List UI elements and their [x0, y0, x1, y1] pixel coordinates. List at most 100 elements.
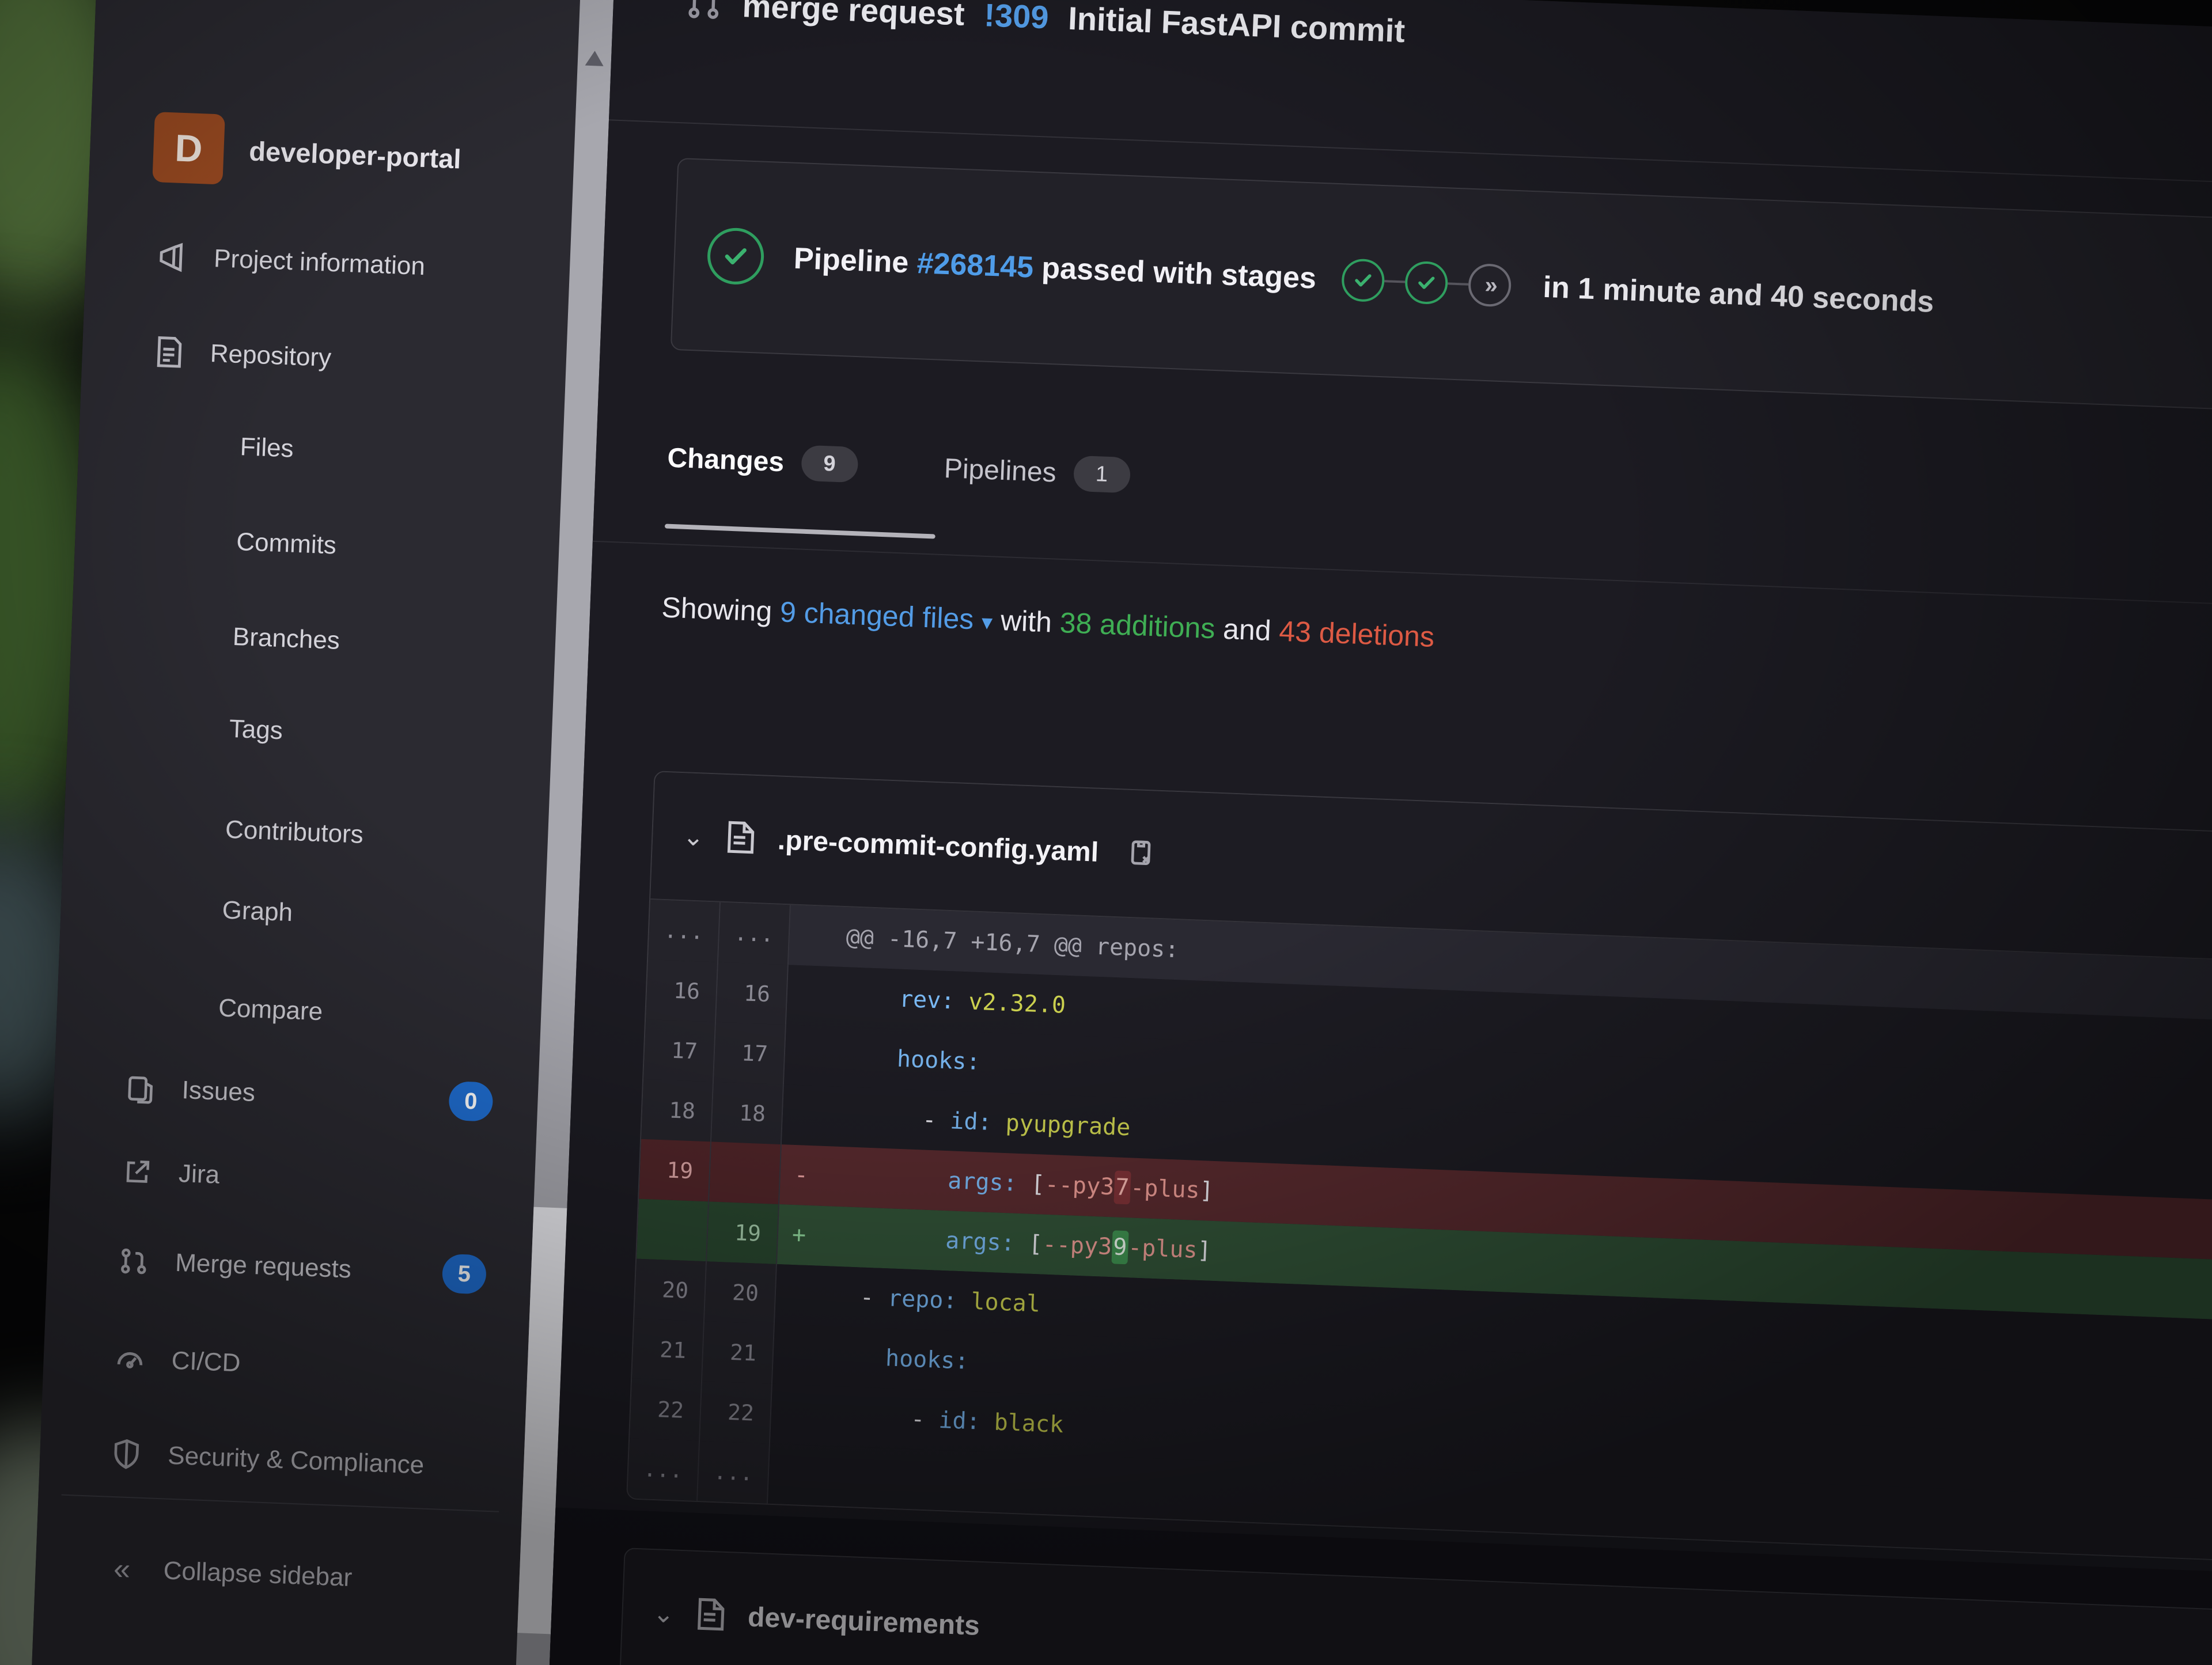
issues-icon: [122, 1069, 160, 1108]
tab-label: Changes: [666, 442, 785, 477]
sidebar-item-label: Branches: [232, 622, 340, 655]
diff-line-sign: [787, 981, 844, 1010]
pipeline-status-text: Pipeline #268145 passed with stages: [793, 241, 1317, 296]
monitor-screen: SPATIAL WEB D developer-portal Project i…: [25, 0, 2212, 1665]
diff-old-line-number[interactable]: 17: [643, 1019, 717, 1082]
diff-line-sign: [782, 1101, 840, 1130]
sidebar-item-merge-requests[interactable]: Merge requests 5: [46, 1220, 532, 1314]
repository-icon: [150, 333, 188, 371]
merge-request-main: merge request !309 Initial FastAPI commi…: [543, 0, 2212, 1665]
mr-ref-link[interactable]: !309: [983, 0, 1050, 36]
diff-old-line-number[interactable]: 20: [634, 1258, 707, 1322]
diff-new-line-number[interactable]: 19: [707, 1201, 779, 1264]
sidebar-item-collapse-sidebar[interactable]: « Collapse sidebar: [34, 1528, 520, 1622]
summary-mid: with: [1000, 604, 1053, 639]
diff-table: ...... @@ -16,7 +16,7 @@ repos: 16 16 rev:…: [627, 900, 2212, 1575]
title-prefix: merge request: [741, 0, 965, 32]
diff-old-line-number[interactable]: [637, 1199, 710, 1262]
tab-count-badge: 9: [800, 445, 859, 483]
tab-count-badge: 1: [1073, 455, 1131, 494]
sidebar-item-project-information[interactable]: Project information: [85, 216, 571, 310]
sidebar-item-issues[interactable]: Issues 0: [52, 1048, 539, 1142]
sidebar-count-badge: 0: [448, 1080, 494, 1122]
diff-old-line-number[interactable]: 22: [630, 1378, 703, 1442]
changed-files-dropdown[interactable]: 9 changed files ▾: [779, 596, 993, 636]
project-name: developer-portal: [248, 135, 462, 174]
pipeline-id-link[interactable]: #268145: [916, 246, 1035, 285]
diff-old-line-number[interactable]: 19: [639, 1139, 712, 1202]
external-link-icon: [118, 1153, 156, 1191]
diff-new-line-number[interactable]: [709, 1141, 782, 1205]
summary-prefix: Showing: [661, 591, 773, 628]
diff-line-sign: [789, 921, 847, 950]
chevron-down-icon[interactable]: ⌄: [653, 1599, 675, 1629]
diff-new-line-number[interactable]: 16: [716, 962, 789, 1025]
diff-file-name[interactable]: .pre-commit-config.yaml: [777, 824, 1099, 868]
diff-line-sign: [775, 1281, 833, 1310]
diff-new-line-number[interactable]: ...: [718, 902, 791, 965]
diff-new-line-number[interactable]: 22: [700, 1381, 772, 1444]
sidebar-item-jira[interactable]: Jira: [50, 1131, 536, 1225]
summary-conj: and: [1222, 612, 1272, 647]
diff-old-line-number[interactable]: ...: [627, 1438, 700, 1501]
active-tab-indicator: [664, 524, 935, 539]
sidebar-item-label: Contributors: [225, 815, 364, 849]
sidebar-item-label: Graph: [221, 896, 294, 927]
additions-count: 38 additions: [1059, 606, 1216, 645]
gauge-icon: [111, 1340, 149, 1378]
diff-new-line-number[interactable]: 21: [702, 1321, 775, 1384]
photo-of-screen: SPATIAL WEB D developer-portal Project i…: [0, 0, 2212, 1665]
chevron-down-icon: ▾: [981, 610, 993, 635]
diff-new-line-number[interactable]: ...: [698, 1441, 770, 1504]
stage-connector: [1384, 280, 1405, 283]
diff-line-sign: +: [791, 1221, 806, 1249]
sidebar-item-security-compliance[interactable]: Security & Compliance: [39, 1413, 525, 1507]
diff-file-card: ⌄ .pre-commit-config.yaml ...... @@ -16,…: [626, 771, 2212, 1576]
deletions-count: 43 deletions: [1278, 615, 1435, 653]
pipeline-widget: Pipeline #268145 passed with stages » in…: [670, 157, 2212, 427]
pipeline-stages: »: [1340, 258, 1512, 308]
title-text: Initial FastAPI commit: [1067, 0, 1406, 49]
diff-old-line-number[interactable]: 16: [646, 959, 719, 1022]
diff-new-line-number[interactable]: 18: [711, 1082, 784, 1145]
stage-skipped-icon[interactable]: »: [1467, 263, 1512, 308]
pipeline-label-suffix: passed with stages: [1041, 251, 1317, 295]
sidebar-item-label: CI/CD: [171, 1346, 241, 1378]
scrollbar-up-arrow-icon[interactable]: [585, 50, 604, 66]
sidebar-item-label: Collapse sidebar: [162, 1556, 353, 1592]
sidebar-project-row[interactable]: D developer-portal: [152, 112, 463, 194]
file-icon: [695, 1596, 726, 1635]
diff-line-sign: [785, 1041, 842, 1070]
diff-line-sign: [771, 1401, 828, 1429]
merge-request-icon: [115, 1242, 153, 1280]
sidebar-item-label: Jira: [178, 1159, 221, 1189]
sidebar-item-label: Issues: [181, 1076, 256, 1107]
pipeline-label: Pipeline: [793, 241, 910, 280]
merge-request-icon: [684, 0, 724, 24]
diff-old-line-number[interactable]: 18: [641, 1079, 714, 1142]
stage-passed-icon[interactable]: [1404, 260, 1449, 305]
sidebar-item-label: Merge requests: [175, 1248, 352, 1284]
file-icon: [725, 820, 756, 858]
diff-new-line-number[interactable]: 17: [714, 1022, 786, 1085]
copy-path-icon[interactable]: [1128, 836, 1157, 872]
diff-new-line-number[interactable]: 20: [704, 1261, 777, 1324]
diff-old-line-number[interactable]: 21: [632, 1318, 705, 1382]
changes-summary: Showing 9 changed files ▾ with 38 additi…: [661, 590, 1435, 653]
sidebar-item-repository[interactable]: Repository: [81, 311, 567, 405]
stage-passed-icon[interactable]: [1340, 258, 1385, 303]
mr-tabs: Changes 9 Pipelines 1: [666, 440, 1131, 494]
pipeline-passed-icon: [706, 227, 765, 286]
diff-line-sign: [773, 1341, 831, 1370]
sidebar-count-badge: 5: [441, 1253, 487, 1295]
diff-old-line-number[interactable]: ...: [648, 900, 721, 962]
diff-line-sign: [768, 1461, 826, 1489]
sidebar-item-label: Compare: [218, 993, 324, 1026]
sidebar-item-ci-cd[interactable]: CI/CD: [42, 1318, 528, 1412]
tab-changes[interactable]: Changes 9: [666, 440, 859, 483]
diff-file-name[interactable]: dev-requirements: [747, 1601, 980, 1641]
chevron-down-icon[interactable]: ⌄: [682, 822, 704, 852]
sidebar-item-label: Files: [239, 433, 294, 463]
stage-connector: [1447, 282, 1468, 286]
tab-pipelines[interactable]: Pipelines 1: [944, 450, 1131, 494]
